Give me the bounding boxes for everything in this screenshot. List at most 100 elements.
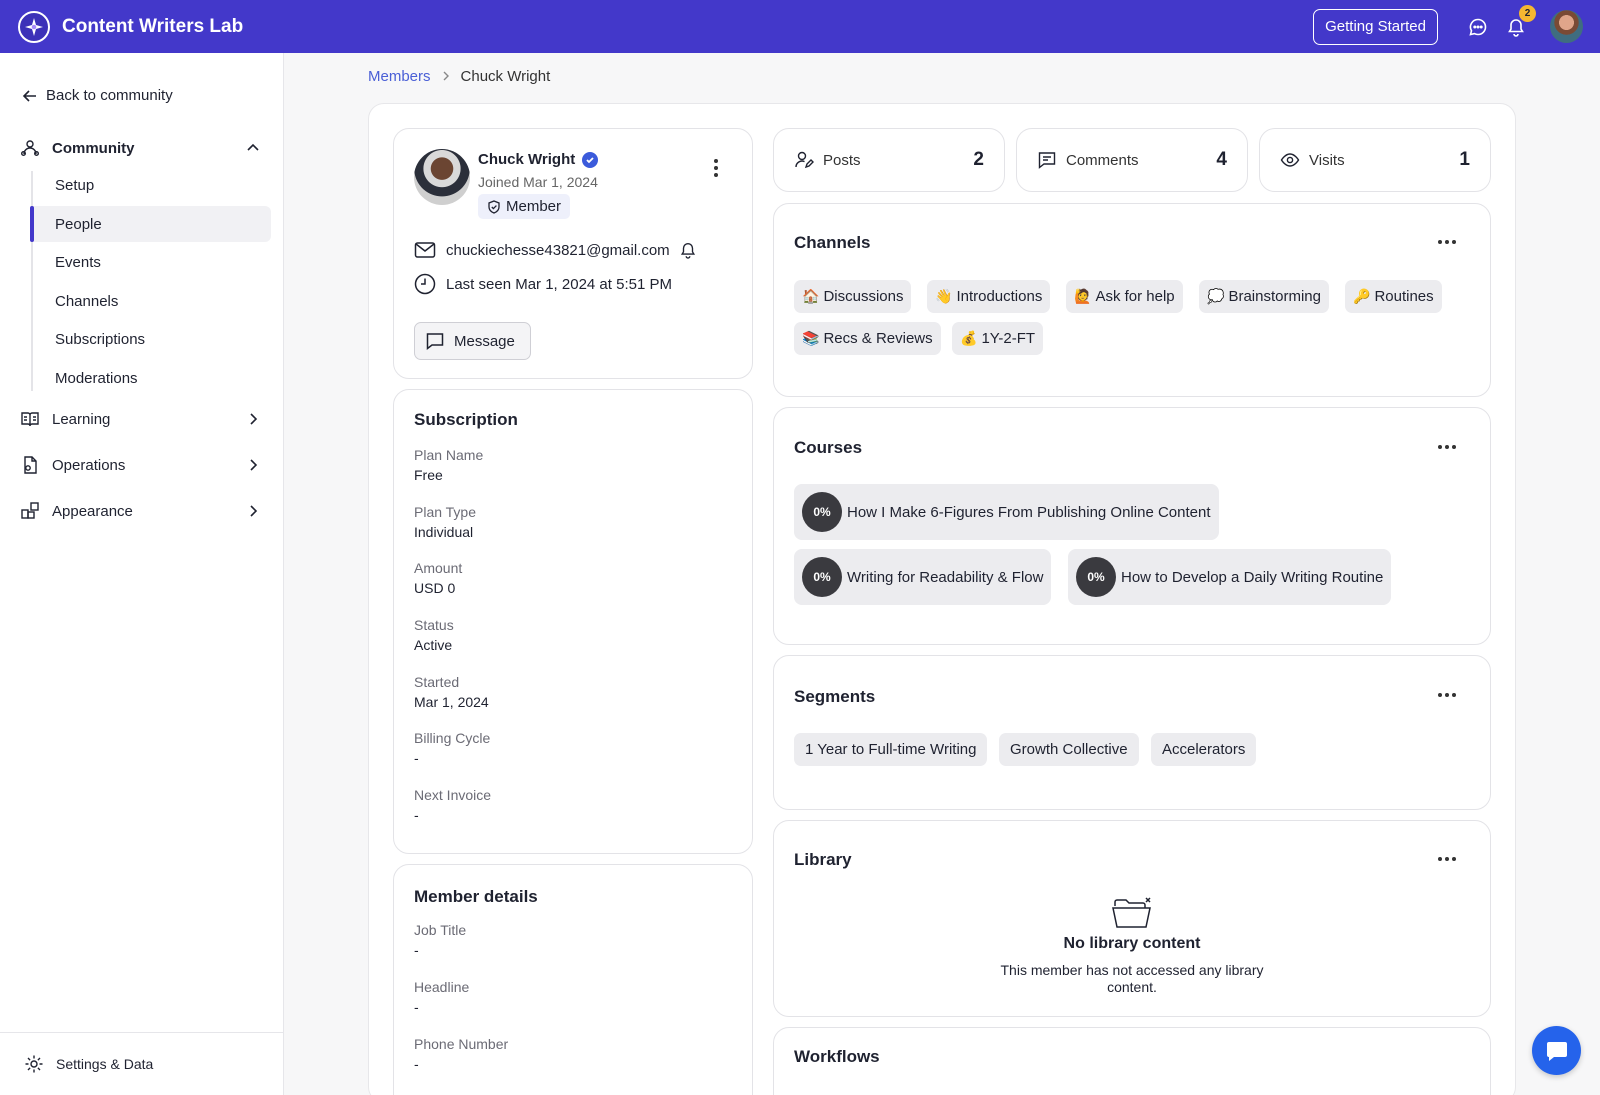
layout-icon xyxy=(21,502,39,519)
nav-community[interactable]: Community xyxy=(20,137,266,159)
workflows-title: Workflows xyxy=(794,1047,880,1066)
member-details-title: Member details xyxy=(414,887,538,906)
brand[interactable]: Content Writers Lab xyxy=(18,10,244,43)
field-label: Plan Name xyxy=(414,447,484,463)
nav-operations[interactable]: Operations xyxy=(20,454,266,476)
segment-chip[interactable]: Accelerators xyxy=(1151,733,1257,766)
library-title: Library xyxy=(794,850,852,869)
community-icon xyxy=(21,140,39,156)
channels-title: Channels xyxy=(794,233,871,252)
nav-community-label: Community xyxy=(52,139,135,157)
channel-chip-1y-2-ft[interactable]: 💰 1Y-2-FT xyxy=(952,322,1044,355)
course-label: Writing for Readability & Flow xyxy=(847,568,1044,586)
field-label: Billing Cycle xyxy=(414,730,491,746)
courses-more-menu[interactable] xyxy=(1438,445,1456,449)
member-profile-panel: Chuck Wright Joined Mar 1, 2024 Member c… xyxy=(368,103,1516,1095)
chat-icon[interactable] xyxy=(1466,15,1490,39)
course-label: How I Make 6-Figures From Publishing Onl… xyxy=(847,503,1211,521)
arrow-left-icon xyxy=(22,89,36,102)
channel-label: Introductions xyxy=(956,288,1043,305)
field-value: - xyxy=(414,807,419,823)
stat-label: Posts xyxy=(823,151,861,169)
chevron-right-icon xyxy=(250,459,258,471)
field-label: Amount xyxy=(414,560,463,576)
channel-label: Brainstorming xyxy=(1228,288,1321,305)
submenu-rail xyxy=(31,171,33,391)
subscription-card: Subscription Plan Name Free Plan Type Indi… xyxy=(393,389,753,854)
channel-chip-introductions[interactable]: 👋 Introductions xyxy=(927,280,1051,313)
breadcrumb-current: Chuck Wright xyxy=(460,68,551,85)
segment-label: 1 Year to Full-time Writing xyxy=(805,741,977,758)
nav-learning-label: Learning xyxy=(52,410,111,428)
sidebar-item-moderations[interactable]: Moderations xyxy=(33,360,271,396)
sidebar-item-events[interactable]: Events xyxy=(33,244,271,280)
stat-label: Visits xyxy=(1309,151,1345,169)
wave-icon: 👋 xyxy=(935,288,953,304)
back-to-community-link[interactable]: Back to community xyxy=(22,87,173,104)
started-field: Started Mar 1, 2024 xyxy=(414,674,489,710)
course-chip[interactable]: 0% How I Make 6-Figures From Publishing O… xyxy=(794,484,1219,540)
field-label: Plan Type xyxy=(414,504,477,520)
getting-started-button[interactable]: Getting Started xyxy=(1313,8,1438,45)
profile-more-menu[interactable] xyxy=(714,159,718,177)
books-icon: 📚 xyxy=(802,330,820,346)
segments-title: Segments xyxy=(794,687,876,706)
bell-icon[interactable]: 2 xyxy=(1504,4,1536,39)
field-value: Mar 1, 2024 xyxy=(414,694,489,710)
role-badge: Member xyxy=(478,194,571,219)
channels-card: Channels 🏠 Discussions 👋 Introductions 🙋 As… xyxy=(773,203,1491,397)
sidebar-item-setup[interactable]: Setup xyxy=(33,167,271,203)
last-seen-row: Last seen Mar 1, 2024 at 5:51 PM xyxy=(414,273,672,295)
key-icon: 🔑 xyxy=(1353,288,1371,304)
sidebar-item-people[interactable]: People xyxy=(30,206,271,242)
nav-appearance-label: Appearance xyxy=(52,502,133,520)
channel-chip-brainstorming[interactable]: 💭 Brainstorming xyxy=(1199,280,1329,313)
field-value: - xyxy=(414,999,419,1015)
sidebar-item-label: Setup xyxy=(55,176,95,194)
breadcrumb-members-link[interactable]: Members xyxy=(368,68,431,85)
channel-chip-routines[interactable]: 🔑 Routines xyxy=(1345,280,1442,313)
field-label: Next Invoice xyxy=(414,787,492,803)
nav-appearance[interactable]: Appearance xyxy=(20,500,266,522)
amount-field: Amount USD 0 xyxy=(414,560,462,596)
course-chip[interactable]: 0% How to Develop a Daily Writing Routine xyxy=(1068,549,1392,605)
support-chat-button[interactable] xyxy=(1532,1026,1581,1075)
segment-chip[interactable]: 1 Year to Full-time Writing xyxy=(794,733,988,766)
segments-more-menu[interactable] xyxy=(1438,693,1456,697)
role-label: Member xyxy=(506,198,562,215)
course-progress: 0% xyxy=(1076,557,1116,597)
field-value: - xyxy=(414,750,419,766)
job-title-field: Job Title - xyxy=(414,922,466,958)
member-email[interactable]: chuckiechesse43821@gmail.com xyxy=(446,242,670,259)
bell-icon[interactable] xyxy=(679,241,697,259)
library-empty-title: No library content xyxy=(1063,935,1201,952)
segment-chip[interactable]: Growth Collective xyxy=(999,733,1139,766)
library-more-menu[interactable] xyxy=(1438,857,1456,861)
chevron-right-icon xyxy=(250,505,258,517)
plan-name-field: Plan Name Free xyxy=(414,447,483,483)
channel-chip-recs-reviews[interactable]: 📚 Recs & Reviews xyxy=(794,322,941,355)
member-avatar xyxy=(414,149,470,205)
course-chip[interactable]: 0% Writing for Readability & Flow xyxy=(794,549,1052,605)
subscription-title: Subscription xyxy=(414,410,518,429)
channels-more-menu[interactable] xyxy=(1438,240,1456,244)
segment-label: Accelerators xyxy=(1162,741,1246,758)
sidebar-item-label: Moderations xyxy=(55,369,138,387)
sidebar-item-channels[interactable]: Channels xyxy=(33,283,271,319)
email-row: chuckiechesse43821@gmail.com xyxy=(414,241,697,259)
sidebar-item-label: Channels xyxy=(55,292,119,310)
app-name: Content Writers Lab xyxy=(62,15,244,37)
settings-data-link[interactable]: Settings & Data xyxy=(0,1032,284,1095)
nav-learning[interactable]: Learning xyxy=(20,408,266,430)
channel-chip-discussions[interactable]: 🏠 Discussions xyxy=(794,280,912,313)
channel-label: 1Y-2-FT xyxy=(981,330,1036,347)
library-empty-text: This member has not accessed any library xyxy=(1000,962,1264,978)
channel-chip-ask-for-help[interactable]: 🙋 Ask for help xyxy=(1066,280,1183,313)
user-avatar[interactable] xyxy=(1550,10,1583,43)
stat-label: Comments xyxy=(1066,151,1139,169)
message-button[interactable]: Message xyxy=(414,322,531,360)
headline-field: Headline - xyxy=(414,979,469,1015)
notification-badge: 2 xyxy=(1519,4,1536,22)
plan-type-field: Plan Type Individual xyxy=(414,504,476,540)
sidebar-item-subscriptions[interactable]: Subscriptions xyxy=(33,321,271,357)
